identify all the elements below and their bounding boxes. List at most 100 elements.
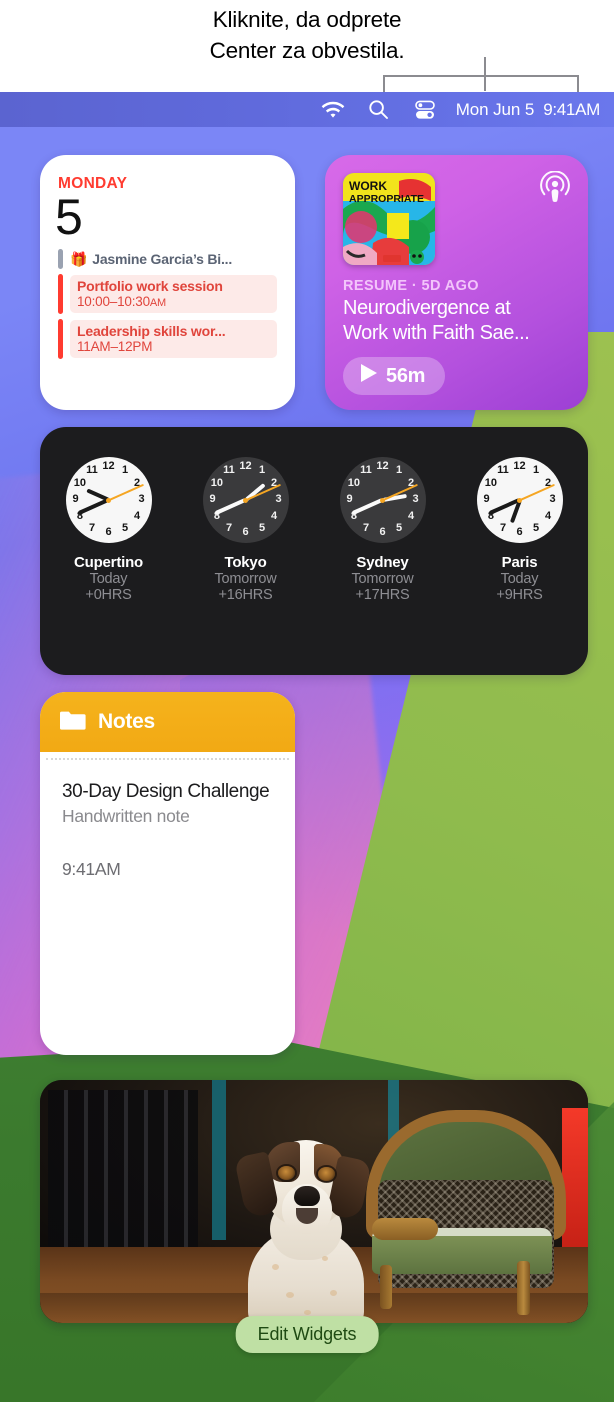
clock-numeral: 9 <box>346 493 353 505</box>
callout-bracket-left-tick <box>383 75 385 92</box>
calendar-day-number: 5 <box>55 189 83 245</box>
clock-cell[interactable]: 12 1 2 3 4 5 6 7 8 9 10 11 Sydney Tomorrow +17HRS <box>321 457 445 603</box>
clock-offset: +0HRS <box>85 587 132 603</box>
clock-numeral: 11 <box>497 464 509 477</box>
callout-line-2: Center za obvestila. <box>209 38 405 63</box>
edit-widgets-button[interactable]: Edit Widgets <box>235 1316 379 1353</box>
podcasts-widget[interactable]: WORK APPROPRIATE RESUME · 5D AGO Neurodi… <box>325 155 588 410</box>
dog-spot <box>286 1292 294 1298</box>
clock-numeral: 11 <box>360 464 372 477</box>
clock-city: Cupertino <box>73 554 144 571</box>
clock-numeral: 11 <box>86 464 98 477</box>
event-title: Leadership skills wor... <box>77 323 226 339</box>
clock-numeral: 10 <box>484 476 498 489</box>
callout-text: Kliknite, da odprete Center za obvestila… <box>0 4 614 66</box>
clock-cell[interactable]: 12 1 2 3 4 5 6 7 8 9 10 11 Cupertino Today +0HRS <box>47 457 171 603</box>
clock-numeral: 10 <box>73 476 87 489</box>
notes-widget-header: Notes <box>40 692 295 752</box>
world-clock-widget[interactable]: 12 1 2 3 4 5 6 7 8 9 10 11 Cupertino Today +0HRS 12 1 2 3 4… <box>40 427 588 675</box>
event-pill[interactable]: Leadership skills wor... 11AM–12PM <box>70 320 277 358</box>
clock-cell[interactable]: 12 1 2 3 4 5 6 7 8 9 10 11 Paris Today +9HRS <box>458 457 582 603</box>
control-center-icon[interactable] <box>402 92 448 127</box>
notes-widget[interactable]: Notes 30-Day Design Challenge Handwritte… <box>40 692 295 1055</box>
photo-window-bars <box>48 1090 198 1263</box>
clock-numeral: 1 <box>395 464 403 477</box>
clock-cell[interactable]: 12 1 2 3 4 5 6 7 8 9 10 11 Tokyo Tomorrow +16HRS <box>184 457 308 603</box>
calendar-event-row[interactable]: Portfolio work session 10:00–10:30AM <box>58 274 277 314</box>
dog-spot <box>304 1310 311 1315</box>
clock-offset: +17HRS <box>355 587 410 603</box>
clock-center-pin <box>517 497 522 503</box>
clock-city: Paris <box>501 554 538 571</box>
photos-widget[interactable] <box>40 1080 588 1323</box>
callout-leader-line <box>484 57 486 91</box>
event-time: 10:00–10:30AM <box>77 294 270 309</box>
play-icon <box>360 364 377 388</box>
clock-offset: +16HRS <box>218 587 273 603</box>
event-time-meridiem: AM <box>149 297 166 309</box>
clock-numeral: 3 <box>549 493 556 505</box>
event-time: 11AM–12PM <box>77 339 270 354</box>
calendar-event-row[interactable]: Leadership skills wor... 11AM–12PM <box>58 319 277 359</box>
photo-teal-column <box>212 1080 226 1240</box>
event-time-range: 11AM–12PM <box>77 339 153 354</box>
photo-dog <box>226 1132 386 1323</box>
clock-numeral: 5 <box>121 521 129 534</box>
event-time-range: 10:00–10:30 <box>77 294 150 309</box>
clock-city: Tokyo <box>224 554 267 571</box>
wifi-icon[interactable] <box>310 92 356 127</box>
clock-numeral: 5 <box>258 521 266 534</box>
clock-numeral: 6 <box>242 526 249 538</box>
clock-numeral: 3 <box>138 493 145 505</box>
event-color-bar <box>58 274 63 314</box>
clock-numeral: 5 <box>395 521 403 534</box>
podcast-title-line-1: Neurodivergence at <box>343 297 511 319</box>
clock-face: 12 1 2 3 4 5 6 7 8 9 10 11 <box>476 457 563 543</box>
dog-spot <box>272 1264 279 1270</box>
clock-day: Today <box>500 571 539 587</box>
callout-annotation: Kliknite, da odprete Center za obvestila… <box>0 0 614 92</box>
calendar-birthday-row[interactable]: 🎁 Jasmine Garcia’s Bi... <box>58 249 277 269</box>
clock-center-pin <box>106 497 111 503</box>
clock-numeral: 12 <box>376 460 389 472</box>
gift-icon: 🎁 <box>70 250 88 267</box>
notes-body[interactable]: 30-Day Design Challenge Handwritten note… <box>40 760 295 880</box>
podcast-play-button[interactable]: 56m <box>343 357 446 395</box>
menu-bar-clock[interactable]: Mon Jun 5 9:41AM <box>448 100 601 120</box>
clock-numeral: 10 <box>210 476 224 489</box>
callout-bracket-right-tick <box>577 75 579 92</box>
calendar-widget[interactable]: MONDAY 5 🎁 Jasmine Garcia’s Bi... Portfo… <box>40 155 295 410</box>
folder-icon <box>60 710 86 735</box>
clock-offset: +9HRS <box>496 587 543 603</box>
dog-spot <box>322 1256 328 1261</box>
event-pill[interactable]: Portfolio work session 10:00–10:30AM <box>70 275 277 313</box>
clock-numeral: 12 <box>239 460 252 472</box>
clock-city: Sydney <box>356 554 409 571</box>
dog-nose <box>294 1186 320 1206</box>
notes-perforation <box>46 752 289 760</box>
podcast-title-line-2: Work with Faith Sae... <box>343 322 530 344</box>
photo-armchair-leg <box>517 1261 530 1315</box>
podcast-artwork[interactable]: WORK APPROPRIATE <box>343 173 435 265</box>
note-title: 30-Day Design Challenge <box>62 781 270 802</box>
clock-numeral: 5 <box>532 521 540 534</box>
clock-numeral: 4 <box>271 509 278 522</box>
clock-numeral: 3 <box>412 493 419 505</box>
podcast-episode-title: Neurodivergence at Work with Faith Sae..… <box>343 296 570 346</box>
clock-numeral: 9 <box>209 493 216 505</box>
podcasts-app-icon <box>538 170 572 205</box>
clock-numeral: 10 <box>347 476 361 489</box>
callout-bracket <box>383 75 579 77</box>
clock-numeral: 6 <box>105 526 112 538</box>
dog-eye <box>318 1167 335 1181</box>
clock-numeral: 9 <box>72 493 79 505</box>
dog-spot <box>330 1290 337 1296</box>
calendar-birthday-label: 🎁 Jasmine Garcia’s Bi... <box>70 251 232 268</box>
clock-numeral: 11 <box>223 464 235 477</box>
event-color-bar <box>58 319 63 359</box>
clock-numeral: 7 <box>88 521 96 534</box>
clock-numeral: 12 <box>102 460 115 472</box>
notes-header-title: Notes <box>98 710 155 733</box>
search-icon[interactable] <box>356 92 402 127</box>
dog-eye <box>278 1166 295 1180</box>
